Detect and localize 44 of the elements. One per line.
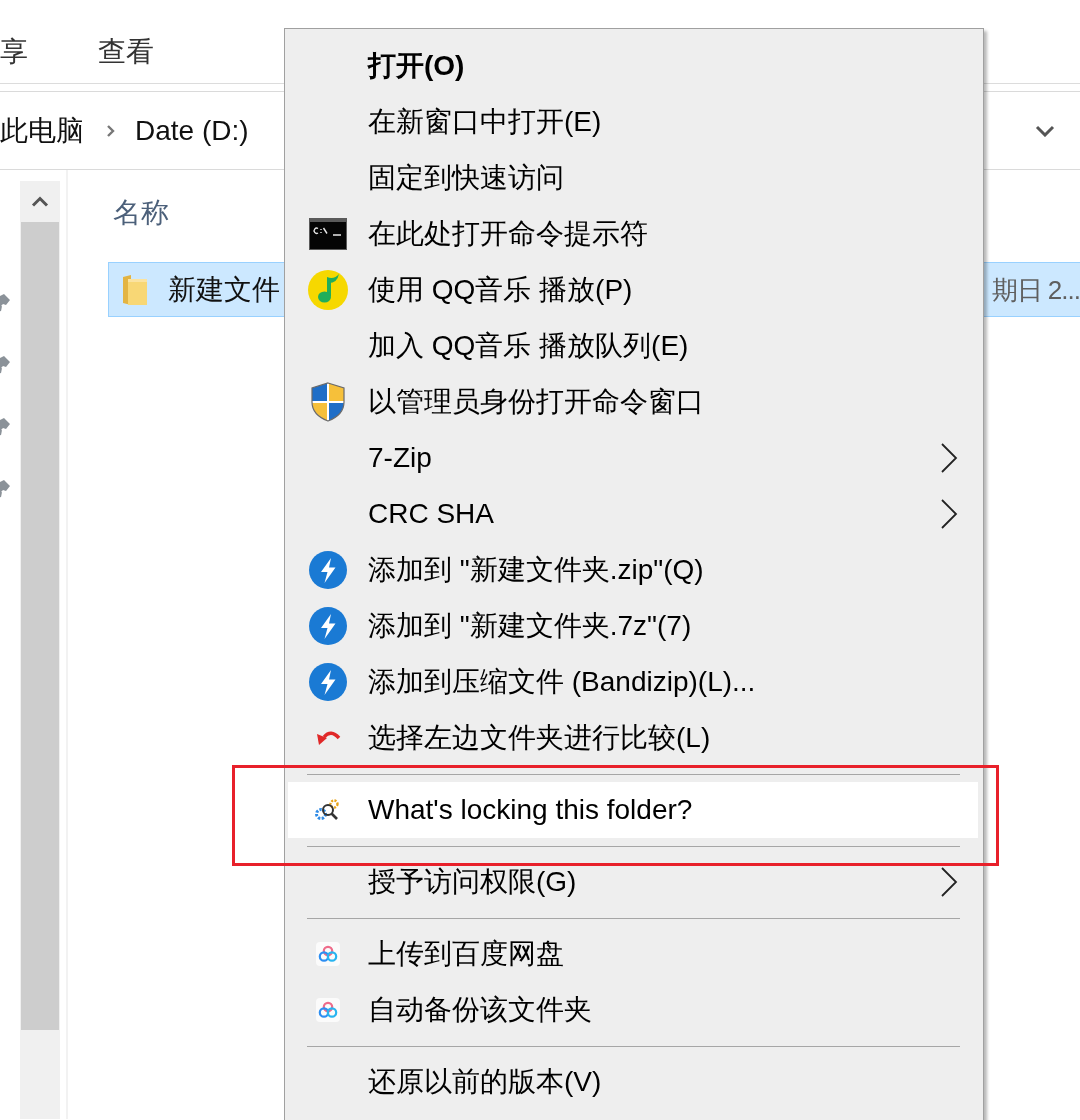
column-header[interactable]: 名称: [113, 195, 169, 262]
rings-icon: [316, 942, 340, 966]
shield-icon: [310, 382, 346, 422]
menu-item[interactable]: 添加到压缩文件 (Bandizip)(L)...: [288, 654, 978, 710]
menu-item[interactable]: 添加到 "新建文件夹.7z"(7): [288, 598, 978, 654]
lightning-icon: [309, 551, 347, 589]
pin-icon: [0, 294, 10, 314]
gear-magnifier-icon: [314, 797, 342, 823]
caret-up-icon: [31, 196, 49, 207]
menu-item[interactable]: CRC SHA: [288, 486, 978, 542]
terminal-icon: [309, 218, 347, 250]
pin-icon: [0, 480, 10, 500]
breadcrumb-item[interactable]: Date (D:): [135, 112, 249, 149]
pin-icon: [0, 418, 10, 438]
menu-item[interactable]: 选择左边文件夹进行比较(L): [288, 710, 978, 766]
date-text: 期日 2...: [991, 273, 1080, 307]
music-note-icon: [308, 270, 348, 310]
folder-icon: [122, 273, 148, 306]
menu-item[interactable]: 自动备份该文件夹: [288, 982, 978, 1038]
menu-item[interactable]: 固定到快速访问: [288, 150, 978, 206]
menu-item[interactable]: 使用 QQ音乐 播放(P): [288, 262, 978, 318]
curved-arrow-icon: [315, 729, 341, 747]
breadcrumb-item[interactable]: 此电脑: [0, 112, 84, 149]
ribbon-tab[interactable]: 享: [0, 34, 28, 83]
pin-icon: [0, 356, 10, 376]
ribbon-tab[interactable]: 查看: [98, 34, 154, 83]
menu-item[interactable]: 7-Zip: [288, 430, 978, 486]
scrollbar-thumb[interactable]: [21, 222, 59, 1030]
menu-item[interactable]: 上传到百度网盘: [288, 926, 978, 982]
menu-item[interactable]: 加入 QQ音乐 播放队列(E): [288, 318, 978, 374]
chevron-right-icon: [106, 123, 115, 138]
menu-item[interactable]: 以管理员身份打开命令窗口: [288, 374, 978, 430]
menu-item[interactable]: What's locking this folder?: [288, 782, 978, 838]
menu-item[interactable]: 打开(O): [288, 38, 978, 94]
rings-icon: [316, 998, 340, 1022]
menu-item[interactable]: 还原以前的版本(V): [288, 1054, 978, 1110]
lightning-icon: [309, 663, 347, 701]
menu-item[interactable]: 在新窗口中打开(E): [288, 94, 978, 150]
chevron-down-icon[interactable]: [1035, 124, 1055, 137]
menu-item[interactable]: 授予访问权限(G): [288, 854, 978, 910]
lightning-icon: [309, 607, 347, 645]
menu-item[interactable]: 在此处打开命令提示符: [288, 206, 978, 262]
file-name: 新建文件: [168, 272, 280, 307]
menu-item[interactable]: 添加到 "新建文件夹.zip"(Q): [288, 542, 978, 598]
